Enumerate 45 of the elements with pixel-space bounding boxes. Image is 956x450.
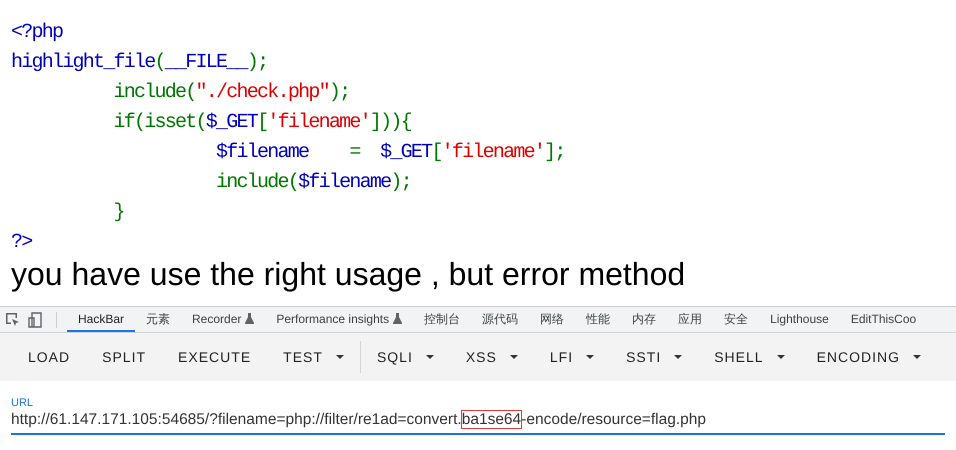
devtools-tab[interactable]: 源代码 — [471, 307, 530, 332]
code-line: ?> — [11, 230, 32, 256]
url-label: URL — [11, 397, 34, 410]
devtools-tab[interactable]: 内存 — [621, 307, 668, 332]
code-line: } — [112, 200, 124, 226]
hackbar-button[interactable]: SHELL — [698, 341, 801, 373]
flask-icon — [393, 313, 402, 324]
message-text: you have use the right usage , but error method — [10, 255, 686, 294]
hackbar-button[interactable]: SSTI — [610, 341, 698, 373]
url-value: http://61.147.171.105:54685/?filename=php://filter/re1ad=convert.ba1se64-encode/resource=flag.php — [11, 410, 706, 430]
devtools-tab[interactable]: EditThisCoo — [840, 307, 928, 332]
caret-icon — [586, 355, 594, 359]
devtools-tab[interactable]: 安全 — [713, 307, 760, 332]
flask-icon — [245, 313, 254, 324]
device-icon[interactable] — [28, 312, 42, 328]
url-field[interactable]: URL http://61.147.171.105:54685/?filename=php://filter/re1ad=convert.ba1se64-encode/resource=flag.php — [11, 397, 945, 435]
caret-icon — [510, 355, 518, 359]
caret-icon — [776, 355, 785, 359]
caret-icon — [336, 355, 344, 359]
inspect-icon[interactable] — [5, 312, 20, 327]
devtools-tab[interactable]: Performance insights — [265, 307, 414, 332]
devtools-tab[interactable]: Lighthouse — [759, 307, 840, 332]
devtools-tab[interactable]: 控制台 — [413, 307, 472, 332]
hackbar-button[interactable]: LOAD — [12, 341, 86, 373]
hackbar-button[interactable]: XSS — [450, 341, 534, 373]
hackbar-button[interactable]: SPLIT — [86, 341, 162, 373]
hackbar-button[interactable]: SQLI — [360, 341, 450, 373]
hackbar-button[interactable]: EXECUTE — [162, 341, 268, 373]
code-line: include($filename); — [215, 170, 411, 196]
hackbar-button[interactable]: LFI — [534, 341, 610, 373]
code-line: <?php — [11, 20, 62, 46]
caret-icon — [426, 355, 434, 359]
code-line: if(isset($_GET['filename'])){ — [112, 110, 411, 136]
code-line: include("./check.php"); — [112, 80, 350, 106]
devtools-tab[interactable]: 性能 — [575, 307, 622, 332]
caret-icon — [674, 355, 682, 359]
devtools-tab[interactable]: Recorder — [181, 307, 266, 332]
code-line: $filename = $_GET['filename']; — [215, 140, 565, 166]
caret-icon — [913, 355, 922, 359]
devtools-tab[interactable]: 应用 — [667, 307, 714, 332]
devtools-tab[interactable]: 元素 — [135, 307, 182, 332]
code-line: highlight_file(__FILE__); — [11, 50, 268, 76]
hackbar-button[interactable]: ENCODING — [800, 341, 938, 373]
devtools-tab[interactable]: 网络 — [529, 307, 576, 332]
hackbar-button[interactable]: TEST — [267, 341, 361, 373]
